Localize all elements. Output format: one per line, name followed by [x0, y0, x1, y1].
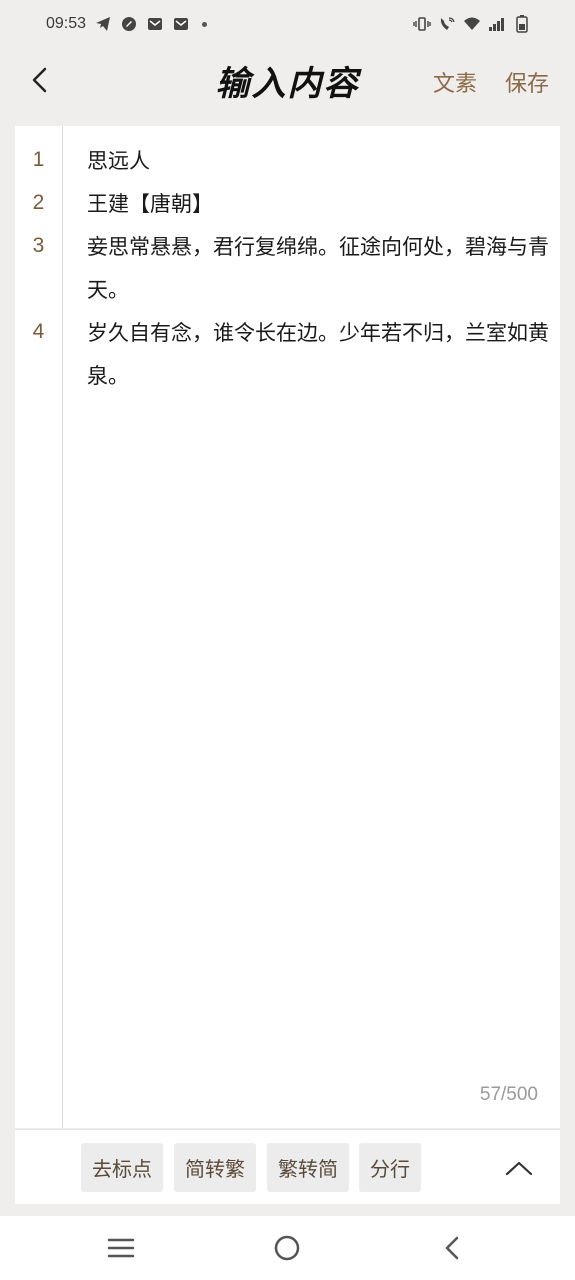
home-circle-icon [274, 1235, 300, 1261]
text-editor[interactable]: 1 2 3 4 思远人 王建【唐朝】 妾思常悬悬，君行复绵绵。征途向何处，碧海与… [15, 126, 560, 1128]
more-notifications-dot [202, 21, 208, 27]
system-back-button[interactable] [434, 1232, 470, 1264]
editing-toolbar: 去标点 简转繁 繁转简 分行 [15, 1129, 560, 1204]
expand-toolbar-button[interactable] [503, 1152, 535, 1184]
line-number: 3 [32, 234, 45, 257]
status-bar: 09:53 [0, 0, 575, 48]
page-title: 输入内容 [215, 64, 360, 104]
status-time: 09:53 [46, 15, 87, 32]
wenshu-button[interactable]: 文素 [433, 66, 477, 98]
text-line: 岁久自有念，谁令长在边。少年若不归，兰室如黄泉。 [87, 321, 549, 388]
line-number-gutter: 1 2 3 4 [15, 126, 63, 1128]
line-number: 2 [32, 191, 45, 214]
mail-icon [172, 15, 190, 33]
split-lines-button[interactable]: 分行 [359, 1143, 421, 1192]
mail-icon [146, 15, 164, 33]
traditional-to-simplified-button[interactable]: 繁转简 [267, 1143, 349, 1192]
text-line: 思远人 [87, 149, 150, 173]
chevron-left-icon [445, 1236, 459, 1260]
line-number: 1 [32, 148, 45, 171]
telegram-icon [94, 15, 112, 33]
browser-icon [120, 15, 138, 33]
battery-icon [513, 15, 531, 33]
save-button[interactable]: 保存 [505, 66, 549, 98]
wifi-icon [463, 15, 481, 33]
simplified-to-traditional-button[interactable]: 简转繁 [174, 1143, 256, 1192]
text-line: 妾思常悬悬，君行复绵绵。征途向何处，碧海与青天。 [87, 235, 549, 302]
top-app-bar: 输入内容 文素 保存 [0, 52, 575, 108]
signal-icon [488, 15, 506, 33]
text-line: 王建【唐朝】 [87, 192, 213, 216]
recent-apps-button[interactable] [103, 1232, 139, 1264]
remove-punctuation-button[interactable]: 去标点 [81, 1143, 163, 1192]
wifi-call-icon [438, 15, 456, 33]
menu-icon [107, 1238, 135, 1258]
content-textarea[interactable]: 思远人 王建【唐朝】 妾思常悬悬，君行复绵绵。征途向何处，碧海与青天。 岁久自有… [87, 140, 557, 398]
line-number: 4 [32, 320, 45, 343]
char-counter: 57/500 [479, 1084, 538, 1105]
system-nav-bar [0, 1216, 575, 1280]
chevron-up-icon [505, 1161, 533, 1176]
home-button[interactable] [269, 1232, 305, 1264]
vibrate-icon [413, 15, 431, 33]
